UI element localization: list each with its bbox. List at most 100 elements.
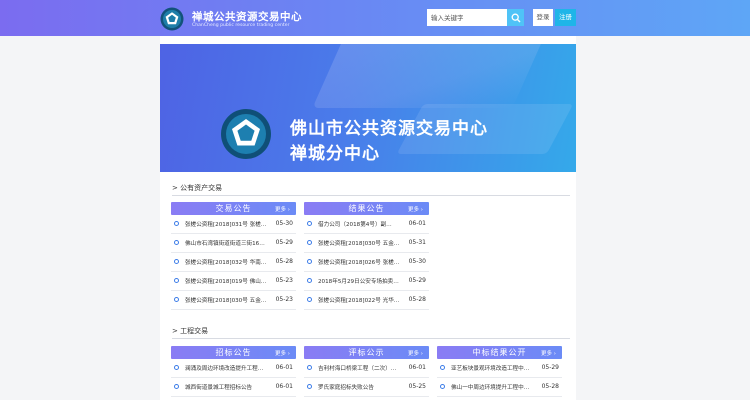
search-input[interactable] <box>427 9 507 26</box>
list-item[interactable]: 佛山一中周边环境提升工程中… 05-28 <box>437 378 562 397</box>
section-divider <box>172 195 570 196</box>
banner-subtitle: 禅城分中心 <box>290 144 380 164</box>
panel-bid-notices: 招标公告 更多 › 澜涌及周边环境改造提升工程… 06-01 城西街道景城工程招标… <box>171 346 296 397</box>
search-icon <box>511 13 520 22</box>
list-item-date: 05-30 <box>275 220 293 227</box>
more-link[interactable]: 更多 › <box>541 349 556 357</box>
bullet-icon <box>440 365 445 370</box>
list-item-date: 05-29 <box>408 277 426 284</box>
list-item-date: 06-01 <box>275 364 293 371</box>
list-item[interactable]: 张槎公资租[2018]019号 佛山… 05-23 <box>171 272 296 291</box>
more-link[interactable]: 更多 › <box>275 349 290 357</box>
list-item-date: 05-25 <box>408 383 426 390</box>
list-item-title[interactable]: 2018年5月29日公安专场拍卖… <box>318 277 400 285</box>
bullet-icon <box>307 384 312 389</box>
list-item-title[interactable]: 佛山市石湾镇街道街道三街16… <box>185 239 267 247</box>
list-item-date: 05-28 <box>541 383 559 390</box>
bullet-icon <box>174 384 179 389</box>
panel-header: 评标公示 更多 › <box>304 346 429 359</box>
bullet-icon <box>174 259 179 264</box>
panel-header: 交易公告 更多 › <box>171 202 296 215</box>
list-item[interactable]: 罗氏家庭招标失败公告 05-25 <box>304 378 429 397</box>
panel-award-results: 中标结果公开 更多 › 亚艺板块景观环境改造工程中… 05-29 佛山一中周边环境… <box>437 346 562 397</box>
list-item-date: 05-30 <box>408 258 426 265</box>
list-item[interactable]: 张槎公资租[2018]026号 张槎… 05-30 <box>304 253 429 272</box>
brand-title: 禅城公共资源交易中心 <box>192 11 302 23</box>
logo-icon <box>160 7 184 31</box>
more-link[interactable]: 更多 › <box>408 349 423 357</box>
section-title-engineering[interactable]: > 工程交易 <box>172 326 208 336</box>
list-item-title[interactable]: 澜涌及周边环境改造提升工程… <box>185 364 267 372</box>
list-item[interactable]: 借力公司（2018第4号）副… 06-01 <box>304 215 429 234</box>
list-item-title[interactable]: 吉利村海口桥梁工程（二次）… <box>318 364 400 372</box>
list-item-title[interactable]: 张槎公资租[2018]019号 佛山… <box>185 277 267 285</box>
list-item-date: 05-29 <box>275 239 293 246</box>
bullet-icon <box>174 221 179 226</box>
notice-list: 吉利村海口桥梁工程（二次）… 06-01 罗氏家庭招标失败公告 05-25 <box>304 359 429 397</box>
list-item-title[interactable]: 城西街道景城工程招标公告 <box>185 383 267 391</box>
notice-list: 张槎公资租[2018]031号 张槎… 05-30 佛山市石湾镇街道街道三街16…… <box>171 215 296 310</box>
list-item-title[interactable]: 张槎公资租[2018]022号 光华… <box>318 296 400 304</box>
panel-result-notices: 结果公告 更多 › 借力公司（2018第4号）副… 06-01 张槎公资租[201… <box>304 202 429 310</box>
list-item-date: 05-28 <box>275 258 293 265</box>
list-item[interactable]: 张槎公资租[2018]030号 五金… 05-23 <box>171 291 296 310</box>
register-button[interactable]: 注册 <box>555 9 576 26</box>
list-item-title[interactable]: 亚艺板块景观环境改造工程中… <box>451 364 533 372</box>
list-item-title[interactable]: 张槎公资租[2018]030号 五金… <box>318 239 400 247</box>
list-item-date: 06-01 <box>408 364 426 371</box>
search-button[interactable] <box>507 9 524 26</box>
bullet-icon <box>440 384 445 389</box>
section-title-public-assets[interactable]: > 公有资产交易 <box>172 183 222 193</box>
list-item-title[interactable]: 佛山一中周边环境提升工程中… <box>451 383 533 391</box>
panel-evaluation-notices: 评标公示 更多 › 吉利村海口桥梁工程（二次）… 06-01 罗氏家庭招标失败公告… <box>304 346 429 397</box>
list-item[interactable]: 2018年5月29日公安专场拍卖… 05-29 <box>304 272 429 291</box>
notice-list: 借力公司（2018第4号）副… 06-01 张槎公资租[2018]030号 五金…… <box>304 215 429 310</box>
login-button[interactable]: 登录 <box>533 9 553 26</box>
list-item[interactable]: 张槎公资租[2018]030号 五金… 05-31 <box>304 234 429 253</box>
list-item[interactable]: 亚艺板块景观环境改造工程中… 05-29 <box>437 359 562 378</box>
list-item[interactable]: 城西街道景城工程招标公告 06-01 <box>171 378 296 397</box>
hero-banner[interactable]: 佛山市公共资源交易中心 禅城分中心 <box>160 44 576 172</box>
list-item-title[interactable]: 张槎公资租[2018]026号 张槎… <box>318 258 400 266</box>
top-header: 禅城公共资源交易中心 ChanCheng public resource tra… <box>0 0 750 36</box>
list-item-title[interactable]: 罗氏家庭招标失败公告 <box>318 383 400 391</box>
list-item-date: 05-28 <box>408 296 426 303</box>
notice-list: 亚艺板块景观环境改造工程中… 05-29 佛山一中周边环境提升工程中… 05-28 <box>437 359 562 397</box>
brand-subtitle: ChanCheng public resource trading center <box>192 23 290 28</box>
list-item[interactable]: 佛山市石湾镇街道街道三街16… 05-29 <box>171 234 296 253</box>
list-item-date: 05-23 <box>275 296 293 303</box>
panel-header: 结果公告 更多 › <box>304 202 429 215</box>
list-item-title[interactable]: 张槎公资租[2018]030号 五金… <box>185 296 267 304</box>
list-item[interactable]: 澜涌及周边环境改造提升工程… 06-01 <box>171 359 296 378</box>
section-divider <box>172 338 570 339</box>
bullet-icon <box>307 259 312 264</box>
more-link[interactable]: 更多 › <box>275 205 290 213</box>
bullet-icon <box>174 240 179 245</box>
bullet-icon <box>307 297 312 302</box>
list-item[interactable]: 张槎公资租[2018]032号 华南… 05-28 <box>171 253 296 272</box>
list-item-date: 05-23 <box>275 277 293 284</box>
list-item[interactable]: 吉利村海口桥梁工程（二次）… 06-01 <box>304 359 429 378</box>
more-link[interactable]: 更多 › <box>408 205 423 213</box>
list-item-date: 05-29 <box>541 364 559 371</box>
list-item-date: 06-01 <box>275 383 293 390</box>
bullet-icon <box>307 278 312 283</box>
bullet-icon <box>174 297 179 302</box>
panel-header: 招标公告 更多 › <box>171 346 296 359</box>
list-item[interactable]: 张槎公资租[2018]031号 张槎… 05-30 <box>171 215 296 234</box>
list-item-date: 06-01 <box>408 220 426 227</box>
panel-header: 中标结果公开 更多 › <box>437 346 562 359</box>
list-item-title[interactable]: 张槎公资租[2018]032号 华南… <box>185 258 267 266</box>
bullet-icon <box>174 365 179 370</box>
banner-title: 佛山市公共资源交易中心 <box>290 119 488 139</box>
list-item-title[interactable]: 借力公司（2018第4号）副… <box>318 220 400 228</box>
main-content: 佛山市公共资源交易中心 禅城分中心 > 公有资产交易 交易公告 更多 › 张槎公… <box>160 36 576 400</box>
bullet-icon <box>174 278 179 283</box>
list-item-title[interactable]: 张槎公资租[2018]031号 张槎… <box>185 220 267 228</box>
banner-laptop-image <box>312 44 544 108</box>
list-item[interactable]: 张槎公资租[2018]022号 光华… 05-28 <box>304 291 429 310</box>
bullet-icon <box>307 240 312 245</box>
bullet-icon <box>307 365 312 370</box>
panel-trade-notices: 交易公告 更多 › 张槎公资租[2018]031号 张槎… 05-30 佛山市石湾… <box>171 202 296 310</box>
notice-list: 澜涌及周边环境改造提升工程… 06-01 城西街道景城工程招标公告 06-01 <box>171 359 296 397</box>
